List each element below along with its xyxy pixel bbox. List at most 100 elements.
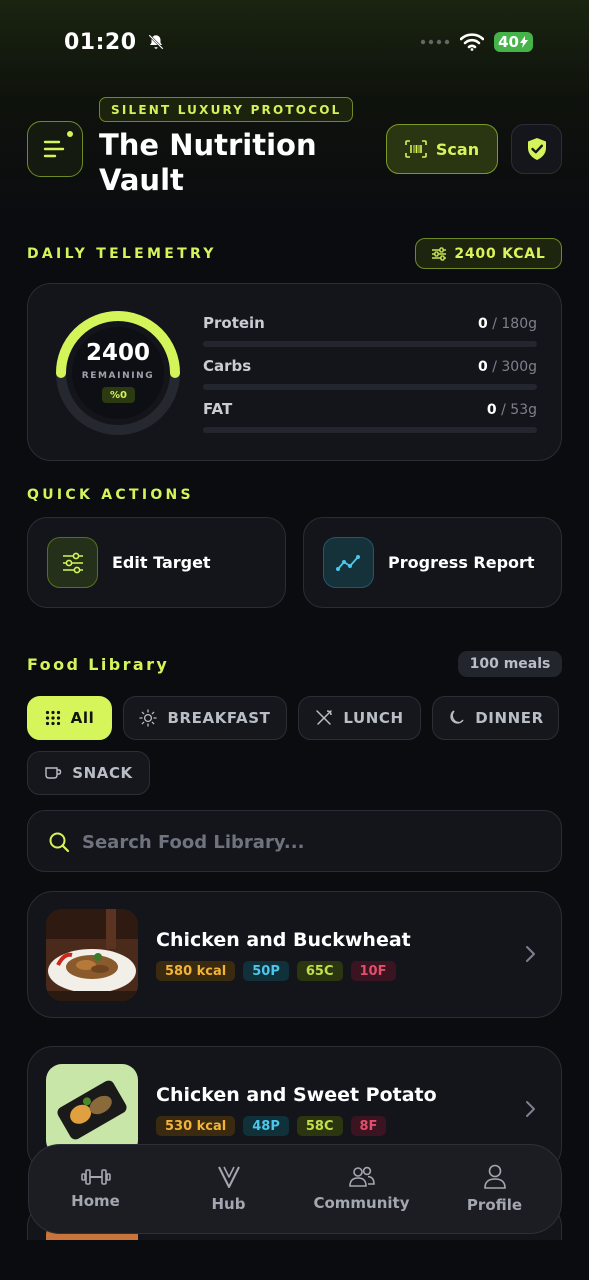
cup-icon — [45, 767, 62, 779]
meal-count-badge: 100 meals — [458, 651, 562, 677]
sun-icon — [139, 709, 158, 727]
macro-name: FAT — [203, 400, 233, 418]
sliders-icon — [432, 246, 447, 261]
macro-value: 0 / 180g — [478, 316, 537, 332]
filter-chip-dinner[interactable]: DINNER — [432, 696, 559, 740]
chip-label: LUNCH — [343, 709, 404, 727]
fat-tag: 10F — [350, 961, 396, 981]
macro-progress-track — [203, 341, 537, 347]
moon-icon — [450, 710, 464, 724]
daily-telemetry-label: DAILY TELEMETRY — [27, 246, 217, 262]
search-icon — [49, 832, 70, 853]
progress-report-button[interactable]: Progress Report — [303, 517, 562, 608]
barcode-scan-icon — [405, 140, 427, 158]
search-bar[interactable] — [27, 810, 562, 872]
edit-target-button[interactable]: Edit Target — [27, 517, 286, 608]
macro-value: 0 / 53g — [486, 402, 537, 418]
bell-muted-icon — [148, 34, 164, 50]
protein-tag: 48P — [243, 1116, 289, 1136]
chevron-right-icon — [526, 1101, 535, 1117]
bottom-navigation: Home Hub Community Profile — [28, 1144, 562, 1234]
meal-image — [46, 909, 138, 1001]
charging-bolt-icon — [520, 36, 528, 48]
macro-protein: Protein 0 / 180g — [203, 314, 537, 347]
search-input[interactable] — [82, 829, 542, 855]
filter-chip-lunch[interactable]: LUNCH — [298, 696, 421, 740]
nav-label: Home — [71, 1192, 120, 1210]
kcal-pill-label: 2400 KCAL — [454, 245, 546, 262]
macro-carbs: Carbs 0 / 300g — [203, 357, 537, 390]
food-library-title: Food Library — [27, 655, 170, 674]
fat-tag: 8F — [350, 1116, 387, 1136]
nav-label: Profile — [466, 1196, 523, 1214]
kcal-target-pill[interactable]: 2400 KCAL — [415, 238, 562, 269]
menu-button[interactable] — [27, 121, 83, 177]
macro-tags: 530 kcal 48P 58C 8F — [156, 1116, 387, 1136]
food-tray-image — [46, 1064, 138, 1156]
macro-progress-track — [203, 427, 537, 433]
macro-value: 0 / 300g — [478, 359, 537, 375]
food-plate-image — [46, 909, 138, 1001]
signal-icon — [420, 39, 450, 45]
macro-name: Carbs — [203, 357, 252, 375]
chip-label: BREAKFAST — [167, 709, 271, 727]
security-button[interactable] — [511, 124, 562, 174]
progress-report-label: Progress Report — [388, 553, 535, 572]
trend-icon-box — [323, 537, 374, 588]
protocol-badge: SILENT LUXURY PROTOCOL — [99, 97, 354, 122]
macro-progress-track — [203, 384, 537, 390]
chip-label: All — [70, 709, 95, 727]
macro-tags: 580 kcal 50P 65C 10F — [156, 961, 396, 981]
nav-label: Hub — [211, 1195, 246, 1213]
wifi-icon — [460, 33, 485, 51]
status-time: 01:20 — [64, 30, 165, 55]
chip-label: SNACK — [72, 764, 133, 782]
nav-home[interactable]: Home — [36, 1151, 156, 1227]
percent-badge: %0 — [102, 387, 135, 403]
protein-tag: 50P — [243, 961, 289, 981]
status-indicators: 40 — [420, 32, 533, 52]
sliders-icon — [62, 552, 83, 573]
menu-icon — [43, 140, 65, 158]
remaining-label: REMAINING — [81, 371, 155, 381]
nav-hub[interactable]: Hub — [169, 1151, 289, 1227]
screen-bottom-fade — [0, 1240, 589, 1280]
nav-profile[interactable]: Profile — [435, 1151, 555, 1227]
battery-indicator: 40 — [494, 32, 533, 52]
macro-fat: FAT 0 / 53g — [203, 400, 537, 433]
user-icon — [483, 1164, 506, 1189]
carbs-tag: 58C — [296, 1116, 343, 1136]
meal-image — [46, 1064, 138, 1156]
kcal-tag: 580 kcal — [156, 961, 236, 981]
page-title: The Nutrition Vault — [99, 128, 317, 197]
kcal-tag: 530 kcal — [156, 1116, 236, 1136]
meal-card[interactable]: Chicken and Buckwheat 580 kcal 50P 65C 1… — [27, 891, 562, 1018]
edit-target-label: Edit Target — [112, 553, 211, 572]
chip-label: DINNER — [475, 709, 544, 727]
nav-label: Community — [313, 1194, 410, 1212]
chevron-right-icon — [526, 946, 535, 962]
calorie-ring: 2400 REMAINING %0 — [52, 307, 184, 439]
scan-button[interactable]: Scan — [386, 124, 498, 174]
filter-chip-snack[interactable]: SNACK — [27, 751, 150, 795]
scan-label: Scan — [435, 139, 480, 159]
filter-chip-all[interactable]: All — [27, 696, 112, 740]
nav-community[interactable]: Community — [302, 1151, 422, 1227]
carbs-tag: 65C — [296, 961, 343, 981]
dumbbell-icon — [80, 1169, 111, 1185]
remaining-value: 2400 — [85, 340, 150, 366]
trend-chart-icon — [335, 554, 360, 571]
quick-actions-label: QUICK ACTIONS — [27, 487, 194, 503]
macro-name: Protein — [203, 314, 265, 332]
meal-name: Chicken and Sweet Potato — [156, 1084, 437, 1106]
meal-name: Chicken and Buckwheat — [156, 929, 411, 951]
grid-icon — [45, 710, 60, 726]
notification-dot — [67, 131, 73, 137]
shield-check-icon — [527, 138, 546, 160]
sliders-icon-box — [47, 537, 98, 588]
telemetry-card: 2400 REMAINING %0 Protein 0 / 180g Carbs… — [27, 283, 562, 461]
hub-v-icon — [217, 1166, 240, 1188]
filter-chip-breakfast[interactable]: BREAKFAST — [123, 696, 287, 740]
users-icon — [348, 1166, 375, 1187]
utensils-icon — [316, 710, 333, 725]
